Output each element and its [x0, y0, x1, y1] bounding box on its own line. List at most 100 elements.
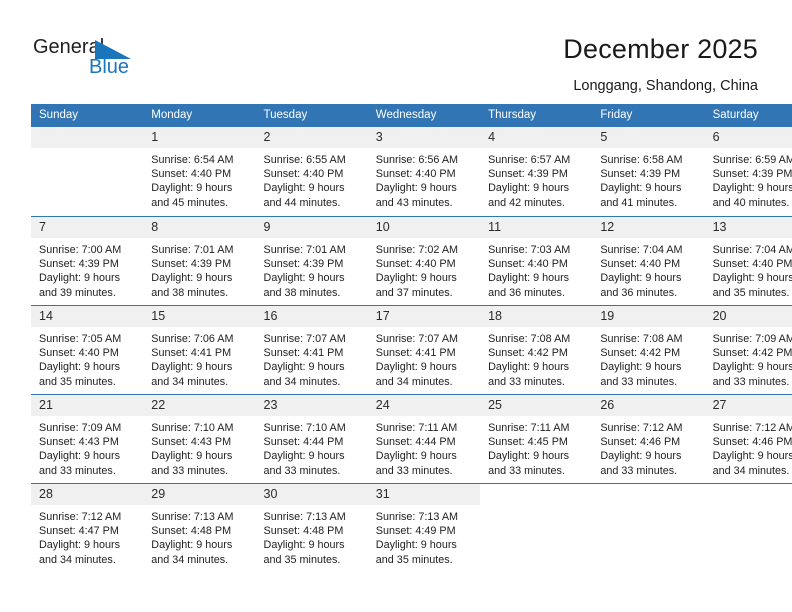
calendar-cell: 30 Sunrise: 7:13 AM Sunset: 4:48 PM Dayligh… — [255, 483, 368, 572]
calendar-week-row: 7 Sunrise: 7:00 AM Sunset: 4:39 PM Daylight… — [31, 216, 792, 305]
weekday-header-monday: Monday — [143, 104, 256, 127]
day-number: 14 — [31, 306, 144, 327]
day-details: Sunrise: 6:56 AM Sunset: 4:40 PM Daylight:… — [368, 148, 480, 210]
day-details: Sunrise: 7:07 AM Sunset: 4:41 PM Daylight:… — [368, 327, 480, 389]
detail-sunset: Sunset: 4:39 PM — [151, 258, 232, 271]
day-cell[interactable]: 21 Sunrise: 7:09 AM Sunset: 4:43 PM Dayligh… — [31, 394, 144, 483]
day-number — [592, 484, 705, 505]
day-cell[interactable]: 13 Sunrise: 7:04 AM Sunset: 4:40 PM Dayligh… — [704, 216, 792, 305]
day-cell[interactable]: 18 Sunrise: 7:08 AM Sunset: 4:42 PM Dayligh… — [480, 305, 593, 394]
detail-daylight2: and 41 minutes. — [600, 196, 678, 209]
detail-daylight2: and 33 minutes. — [712, 375, 790, 388]
day-cell[interactable]: 2 Sunrise: 6:55 AM Sunset: 4:40 PM Daylight… — [255, 127, 368, 216]
detail-daylight2: and 34 minutes. — [712, 464, 790, 477]
detail-sunset: Sunset: 4:41 PM — [375, 347, 456, 360]
day-cell[interactable]: 22 Sunrise: 7:10 AM Sunset: 4:43 PM Dayligh… — [143, 394, 256, 483]
day-cell[interactable]: 3 Sunrise: 6:56 AM Sunset: 4:40 PM Daylight… — [367, 127, 481, 216]
weekday-header-thursday: Thursday — [480, 104, 593, 127]
detail-daylight1: Daylight: 9 hours — [39, 272, 121, 285]
detail-sunrise: Sunrise: 7:11 AM — [375, 422, 458, 434]
detail-sunset: Sunset: 4:42 PM — [600, 347, 681, 360]
detail-daylight1: Daylight: 9 hours — [375, 450, 457, 463]
day-cell[interactable]: 8 Sunrise: 7:01 AM Sunset: 4:39 PM Daylight… — [143, 216, 256, 305]
day-details: Sunrise: 7:13 AM Sunset: 4:48 PM Daylight:… — [143, 505, 255, 567]
logo-text-blue: Blue — [89, 56, 130, 78]
day-cell[interactable]: 29 Sunrise: 7:13 AM Sunset: 4:48 PM Dayligh… — [143, 483, 256, 572]
logo[interactable]: General Blue — [33, 36, 153, 86]
detail-daylight2: and 35 minutes. — [375, 553, 453, 566]
detail-sunset: Sunset: 4:40 PM — [375, 168, 456, 181]
detail-sunrise: Sunrise: 7:08 AM — [600, 333, 683, 345]
day-number: 16 — [255, 306, 368, 327]
detail-daylight2: and 36 minutes. — [600, 286, 678, 299]
detail-daylight1: Daylight: 9 hours — [712, 450, 792, 463]
day-cell[interactable]: 26 Sunrise: 7:12 AM Sunset: 4:46 PM Dayligh… — [592, 394, 705, 483]
detail-daylight2: and 33 minutes. — [600, 375, 678, 388]
day-cell[interactable]: 17 Sunrise: 7:07 AM Sunset: 4:41 PM Dayligh… — [367, 305, 481, 394]
day-details: Sunrise: 7:12 AM Sunset: 4:47 PM Daylight:… — [31, 505, 143, 567]
day-details: Sunrise: 7:01 AM Sunset: 4:39 PM Daylight:… — [256, 238, 368, 300]
detail-daylight2: and 35 minutes. — [39, 375, 116, 388]
detail-sunrise: Sunrise: 7:06 AM — [151, 333, 234, 345]
day-number: 20 — [704, 306, 792, 327]
day-number: 5 — [592, 127, 705, 148]
detail-daylight1: Daylight: 9 hours — [488, 182, 570, 195]
detail-sunrise: Sunrise: 7:01 AM — [151, 244, 234, 256]
day-cell[interactable]: 25 Sunrise: 7:11 AM Sunset: 4:45 PM Dayligh… — [480, 394, 593, 483]
day-cell[interactable]: 16 Sunrise: 7:07 AM Sunset: 4:41 PM Dayligh… — [255, 305, 368, 394]
calendar-body: 1 Sunrise: 6:54 AM Sunset: 4:40 PM Daylight… — [31, 127, 792, 572]
detail-daylight2: and 44 minutes. — [263, 196, 341, 209]
day-number: 12 — [592, 217, 705, 238]
day-number: 29 — [143, 484, 256, 505]
detail-sunset: Sunset: 4:44 PM — [263, 436, 344, 449]
calendar-cell: 29 Sunrise: 7:13 AM Sunset: 4:48 PM Dayligh… — [143, 483, 256, 572]
day-number: 28 — [31, 484, 144, 505]
day-cell[interactable]: 19 Sunrise: 7:08 AM Sunset: 4:42 PM Dayligh… — [592, 305, 705, 394]
detail-sunset: Sunset: 4:40 PM — [375, 258, 456, 271]
day-cell[interactable]: 7 Sunrise: 7:00 AM Sunset: 4:39 PM Daylight… — [31, 216, 144, 305]
day-number: 10 — [367, 217, 481, 238]
day-cell[interactable]: 27 Sunrise: 7:12 AM Sunset: 4:46 PM Dayligh… — [704, 394, 792, 483]
day-cell-empty — [704, 483, 792, 572]
day-cell[interactable]: 23 Sunrise: 7:10 AM Sunset: 4:44 PM Dayligh… — [255, 394, 368, 483]
day-cell[interactable]: 11 Sunrise: 7:03 AM Sunset: 4:40 PM Dayligh… — [480, 216, 593, 305]
day-cell[interactable]: 4 Sunrise: 6:57 AM Sunset: 4:39 PM Daylight… — [480, 127, 593, 216]
day-details: Sunrise: 7:08 AM Sunset: 4:42 PM Daylight:… — [480, 327, 592, 389]
day-details: Sunrise: 7:13 AM Sunset: 4:49 PM Daylight:… — [368, 505, 480, 567]
detail-daylight2: and 33 minutes. — [488, 464, 565, 477]
detail-sunrise: Sunrise: 7:01 AM — [263, 244, 346, 256]
calendar-cell: 7 Sunrise: 7:00 AM Sunset: 4:39 PM Daylight… — [31, 216, 144, 305]
day-cell[interactable]: 30 Sunrise: 7:13 AM Sunset: 4:48 PM Dayligh… — [255, 483, 368, 572]
calendar-cell: 16 Sunrise: 7:07 AM Sunset: 4:41 PM Dayligh… — [255, 305, 368, 394]
calendar-cell: 20 Sunrise: 7:09 AM Sunset: 4:42 PM Dayligh… — [704, 305, 792, 394]
day-cell[interactable]: 5 Sunrise: 6:58 AM Sunset: 4:39 PM Daylight… — [592, 127, 705, 216]
day-cell[interactable]: 24 Sunrise: 7:11 AM Sunset: 4:44 PM Dayligh… — [367, 394, 481, 483]
day-cell[interactable]: 14 Sunrise: 7:05 AM Sunset: 4:40 PM Dayligh… — [31, 305, 144, 394]
calendar-cell: 5 Sunrise: 6:58 AM Sunset: 4:39 PM Daylight… — [592, 127, 705, 216]
detail-daylight2: and 33 minutes. — [263, 464, 341, 477]
detail-sunrise: Sunrise: 7:13 AM — [151, 511, 234, 523]
detail-sunset: Sunset: 4:39 PM — [263, 258, 344, 271]
day-number: 15 — [143, 306, 256, 327]
detail-sunrise: Sunrise: 7:09 AM — [39, 422, 122, 434]
day-cell[interactable]: 15 Sunrise: 7:06 AM Sunset: 4:41 PM Dayligh… — [143, 305, 256, 394]
logo-text-general: General — [33, 36, 105, 58]
day-cell[interactable]: 1 Sunrise: 6:54 AM Sunset: 4:40 PM Daylight… — [143, 127, 256, 216]
calendar-cell: 17 Sunrise: 7:07 AM Sunset: 4:41 PM Dayligh… — [367, 305, 481, 394]
calendar-cell: 12 Sunrise: 7:04 AM Sunset: 4:40 PM Dayligh… — [592, 216, 705, 305]
day-cell[interactable]: 10 Sunrise: 7:02 AM Sunset: 4:40 PM Dayligh… — [367, 216, 481, 305]
day-details: Sunrise: 6:55 AM Sunset: 4:40 PM Daylight:… — [256, 148, 368, 210]
weekday-header-wednesday: Wednesday — [367, 104, 481, 127]
day-cell[interactable]: 12 Sunrise: 7:04 AM Sunset: 4:40 PM Dayligh… — [592, 216, 705, 305]
day-number: 7 — [31, 217, 144, 238]
detail-sunrise: Sunrise: 6:56 AM — [375, 154, 459, 166]
day-cell[interactable]: 28 Sunrise: 7:12 AM Sunset: 4:47 PM Dayligh… — [31, 483, 144, 572]
day-cell[interactable]: 9 Sunrise: 7:01 AM Sunset: 4:39 PM Daylight… — [255, 216, 368, 305]
day-number: 9 — [255, 217, 368, 238]
day-cell[interactable]: 20 Sunrise: 7:09 AM Sunset: 4:42 PM Dayligh… — [704, 305, 792, 394]
detail-sunset: Sunset: 4:47 PM — [39, 525, 119, 538]
day-number: 18 — [480, 306, 593, 327]
day-cell[interactable]: 31 Sunrise: 7:13 AM Sunset: 4:49 PM Dayligh… — [367, 483, 481, 572]
day-cell[interactable]: 6 Sunrise: 6:59 AM Sunset: 4:39 PM Daylight… — [704, 127, 792, 216]
day-number: 1 — [143, 127, 256, 148]
